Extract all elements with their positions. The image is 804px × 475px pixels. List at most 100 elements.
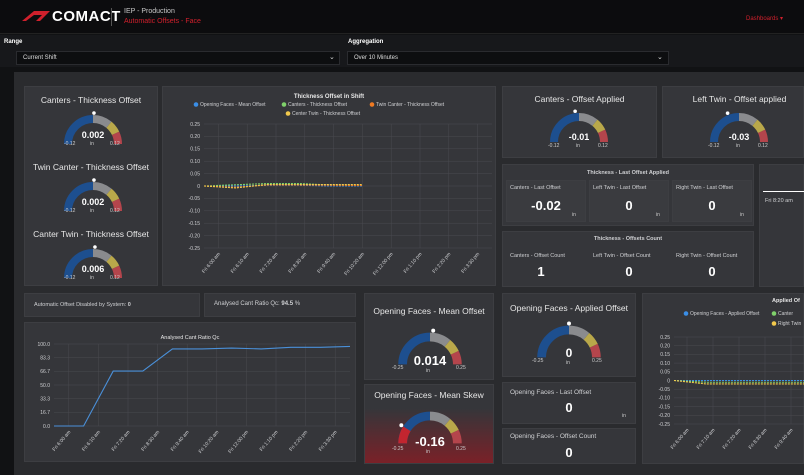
- gauge-value: 0.002: [81, 197, 105, 207]
- gauge-value: -0.03: [728, 132, 750, 142]
- x-tick-label: Fri 8:30 am: [140, 429, 161, 452]
- x-tick-label: Fri 9:40 am: [774, 427, 795, 450]
- legend-label: Twin Canter - Thickness Offset: [376, 102, 445, 108]
- y-tick-label: 0.15: [190, 147, 200, 153]
- legend-label: Canters - Thickness Offset: [288, 102, 348, 108]
- side-panel-time: Fri 8:20 am: [765, 198, 793, 204]
- gauge-band: [429, 332, 451, 347]
- y-tick-label: 0.25: [190, 122, 200, 128]
- gauge-band: [583, 332, 598, 348]
- aggregation-chevron-down-icon[interactable]: ⌄: [657, 53, 663, 61]
- opening-count-label: Opening Faces - Offset Count: [510, 433, 597, 440]
- legend-swatch: [683, 311, 689, 316]
- gauge-band: [578, 113, 598, 126]
- left-twin-count-value: 0: [625, 264, 633, 279]
- left-twin-last-value: 0: [625, 198, 633, 213]
- y-tick-label: 0.15: [660, 352, 670, 358]
- y-tick-label: 0: [667, 378, 670, 384]
- y-tick-label: -0.10: [659, 396, 671, 402]
- gauge-min: -0.12: [548, 143, 560, 149]
- legend-swatch: [193, 102, 199, 107]
- left-twin-last-label: Left Twin - Last Offset: [593, 185, 647, 191]
- opening-last-label: Opening Faces - Last Offset: [510, 389, 592, 396]
- gauge-max: 0.25: [592, 358, 602, 364]
- gauge-needle-marker: [431, 328, 436, 333]
- gauge-needle-marker: [93, 245, 97, 249]
- x-tick-label: Fri 3:30 pm: [460, 251, 481, 274]
- analysed-ratio-value: 94.5: [281, 301, 294, 307]
- right-twin-last-label: Right Twin - Last Offset: [676, 185, 733, 191]
- legend-swatch: [771, 311, 777, 316]
- y-tick-label: -0.05: [659, 387, 671, 393]
- gauge-needle-marker: [92, 178, 96, 182]
- right-twin-count-value: 0: [708, 264, 716, 279]
- top-bar: COMACT IEP - Production Automatic Offset…: [0, 0, 804, 34]
- auto-offset-disabled: Automatic Offset Disabled by System: 0: [34, 302, 131, 308]
- gauge-needle-marker: [399, 423, 404, 428]
- x-tick-label: Fri 12:00 pm: [227, 429, 250, 454]
- gauge-max: 0.12: [758, 143, 768, 149]
- x-tick-label: Fri 9:40 am: [316, 251, 337, 274]
- x-tick-label: Fri 1:10 pm: [259, 429, 280, 452]
- applied-offset-chart: Applied Of Opening Faces - Applied Offset…: [659, 298, 804, 451]
- gauge-title: Left Twin - Offset applied: [692, 94, 787, 104]
- auto-offset-disabled-value: 0: [127, 302, 131, 308]
- y-tick-label: 33.3: [40, 396, 50, 402]
- x-tick-label: Fri 7:20 am: [111, 429, 132, 452]
- aggregation-value: Over 10 Minutes: [354, 55, 399, 61]
- dashboards-button[interactable]: Dashboards ▾: [746, 15, 783, 22]
- gauge-max: 0.25: [456, 365, 466, 371]
- aggregation-select[interactable]: Over 10 Minutes: [347, 51, 669, 65]
- breadcrumb-page: Automatic Offsets - Face: [124, 18, 201, 25]
- y-tick-label: 0.20: [660, 344, 670, 350]
- y-tick-label: 0.10: [190, 159, 200, 165]
- x-tick-label: Fri 10:20 am: [198, 429, 221, 454]
- legend-label: Opening Faces - Mean Offset: [200, 102, 266, 108]
- opening-count-value: 0: [565, 445, 573, 460]
- y-tick-label: 0.0: [43, 424, 50, 430]
- range-chevron-down-icon[interactable]: ⌄: [329, 53, 335, 61]
- gauge-band: [444, 418, 459, 434]
- gauge-min: -0.12: [708, 143, 720, 149]
- y-tick-label: -0.05: [189, 196, 201, 202]
- opening-last-value: 0: [565, 400, 573, 415]
- y-tick-label: 0: [197, 184, 200, 190]
- thickness-last-title: Thickness - Last Offset Applied: [586, 170, 669, 176]
- gauge-min: -0.12: [64, 275, 76, 281]
- right-twin-last-unit: in: [740, 212, 744, 218]
- range-select[interactable]: Current Shift: [16, 51, 340, 65]
- gauge-min: -0.25: [392, 365, 404, 371]
- gauge-min: -0.12: [64, 208, 76, 214]
- legend-swatch: [369, 102, 375, 107]
- legend-label: Canter: [778, 311, 793, 317]
- gauge-title: Opening Faces - Applied Offset: [510, 303, 628, 313]
- gauge-max: 0.25: [456, 446, 466, 452]
- breadcrumb-site[interactable]: IEP - Production: [124, 8, 175, 15]
- filter-bar: Range Current Shift ⌄ Aggregation Over 1…: [0, 35, 804, 67]
- cant-ratio-chart: Analysed Cant Ratio Qc 100.0 83.3 66.7 50.0 3…: [37, 335, 351, 455]
- x-tick-label: Fri 6:00 am: [670, 427, 691, 450]
- y-tick-label: 16.7: [40, 410, 50, 416]
- x-tick-label: Fri 10:20 am: [343, 251, 366, 276]
- y-tick-label: -0.10: [189, 209, 201, 215]
- analysed-ratio-label: Analysed Cant Ratio Qc:: [214, 301, 280, 307]
- gauge-max: 0.12: [598, 143, 608, 149]
- range-value: Current Shift: [23, 55, 57, 61]
- left-twin-count-label: Left Twin - Offset Count: [593, 253, 651, 259]
- gauge-title: Twin Canter - Thickness Offset: [33, 162, 149, 172]
- legend-swatch: [281, 102, 287, 107]
- chart-title: Thickness Offset in Shift: [294, 94, 364, 100]
- y-tick-label: 83.3: [40, 355, 50, 361]
- y-tick-label: 0.20: [190, 134, 200, 140]
- x-tick-label: Fri 8:30 am: [287, 251, 308, 274]
- legend-label: Center Twin - Thickness Offset: [292, 111, 361, 117]
- canters-count-value: 1: [537, 264, 545, 279]
- x-tick-label: Fri 7:10 am: [696, 427, 717, 450]
- gauge-value: 0.006: [81, 264, 105, 274]
- gauge-band: [92, 182, 112, 195]
- gauge-unit: in: [426, 368, 430, 374]
- x-tick-label: Fri 2:20 pm: [431, 251, 452, 274]
- legend-swatch: [285, 111, 291, 116]
- opening-last-unit: in: [622, 413, 626, 419]
- gauge-value: 0.002: [81, 130, 105, 140]
